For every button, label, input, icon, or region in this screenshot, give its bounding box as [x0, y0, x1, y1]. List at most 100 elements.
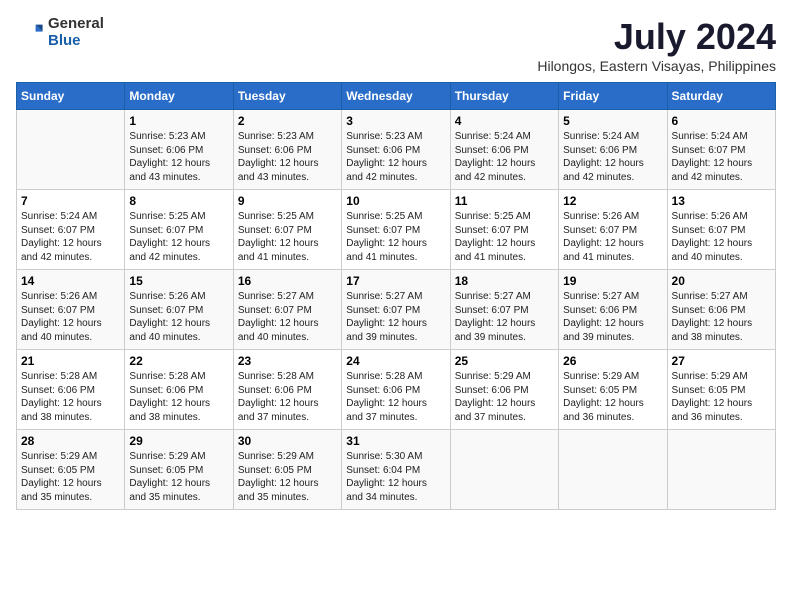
logo-blue-label: Blue	[48, 33, 104, 50]
day-number: 16	[238, 274, 337, 288]
day-info: Sunrise: 5:29 AM Sunset: 6:05 PM Dayligh…	[238, 450, 337, 504]
calendar-table: SundayMondayTuesdayWednesdayThursdayFrid…	[16, 82, 776, 510]
logo: General Blue	[16, 16, 104, 49]
calendar-cell: 31 Sunrise: 5:30 AM Sunset: 6:04 PM Dayli…	[342, 430, 450, 510]
day-number: 18	[455, 274, 554, 288]
calendar-header: SundayMondayTuesdayWednesdayThursdayFrid…	[17, 83, 776, 110]
calendar-cell: 24 Sunrise: 5:28 AM Sunset: 6:06 PM Dayli…	[342, 350, 450, 430]
calendar-cell	[17, 110, 125, 190]
day-info: Sunrise: 5:28 AM Sunset: 6:06 PM Dayligh…	[346, 370, 445, 424]
calendar-cell	[667, 430, 775, 510]
day-number: 22	[129, 354, 228, 368]
calendar-cell: 3Sunrise: 5:23 AM Sunset: 6:06 PM Daylig…	[342, 110, 450, 190]
day-info: Sunrise: 5:28 AM Sunset: 6:06 PM Dayligh…	[129, 370, 228, 424]
day-number: 29	[129, 434, 228, 448]
day-number: 10	[346, 194, 445, 208]
day-number: 17	[346, 274, 445, 288]
calendar-cell: 17 Sunrise: 5:27 AM Sunset: 6:07 PM Dayli…	[342, 270, 450, 350]
day-info: Sunrise: 5:23 AM Sunset: 6:06 PM Dayligh…	[238, 130, 337, 184]
calendar-cell: 29 Sunrise: 5:29 AM Sunset: 6:05 PM Dayli…	[125, 430, 233, 510]
page-header: General Blue July 2024 Hilongos, Eastern…	[16, 16, 776, 74]
day-info: Sunrise: 5:25 AM Sunset: 6:07 PM Dayligh…	[346, 210, 445, 264]
header-day: Saturday	[667, 83, 775, 110]
logo-icon	[16, 19, 44, 47]
day-info: Sunrise: 5:29 AM Sunset: 6:05 PM Dayligh…	[563, 370, 662, 424]
calendar-cell: 4Sunrise: 5:24 AM Sunset: 6:06 PM Daylig…	[450, 110, 558, 190]
calendar-cell	[450, 430, 558, 510]
calendar-cell: 8Sunrise: 5:25 AM Sunset: 6:07 PM Daylig…	[125, 190, 233, 270]
header-day: Monday	[125, 83, 233, 110]
header-day: Tuesday	[233, 83, 341, 110]
calendar-cell: 20 Sunrise: 5:27 AM Sunset: 6:06 PM Dayli…	[667, 270, 775, 350]
calendar-cell: 13Sunrise: 5:26 AM Sunset: 6:07 PM Dayli…	[667, 190, 775, 270]
day-info: Sunrise: 5:29 AM Sunset: 6:05 PM Dayligh…	[21, 450, 120, 504]
calendar-cell: 19Sunrise: 5:27 AM Sunset: 6:06 PM Dayli…	[559, 270, 667, 350]
header-day: Friday	[559, 83, 667, 110]
calendar-cell: 5 Sunrise: 5:24 AM Sunset: 6:06 PM Daylig…	[559, 110, 667, 190]
day-number: 30	[238, 434, 337, 448]
day-number: 15	[129, 274, 228, 288]
calendar-cell: 22 Sunrise: 5:28 AM Sunset: 6:06 PM Dayli…	[125, 350, 233, 430]
day-info: Sunrise: 5:24 AM Sunset: 6:07 PM Dayligh…	[21, 210, 120, 264]
calendar-week-row: 7 Sunrise: 5:24 AM Sunset: 6:07 PM Daylig…	[17, 190, 776, 270]
subtitle: Hilongos, Eastern Visayas, Philippines	[537, 58, 776, 74]
day-info: Sunrise: 5:28 AM Sunset: 6:06 PM Dayligh…	[238, 370, 337, 424]
calendar-week-row: 14 Sunrise: 5:26 AM Sunset: 6:07 PM Dayli…	[17, 270, 776, 350]
header-day: Thursday	[450, 83, 558, 110]
day-number: 7	[21, 194, 120, 208]
calendar-cell: 10 Sunrise: 5:25 AM Sunset: 6:07 PM Dayli…	[342, 190, 450, 270]
day-info: Sunrise: 5:27 AM Sunset: 6:06 PM Dayligh…	[672, 290, 771, 344]
day-number: 25	[455, 354, 554, 368]
header-day: Wednesday	[342, 83, 450, 110]
day-info: Sunrise: 5:27 AM Sunset: 6:07 PM Dayligh…	[455, 290, 554, 344]
day-info: Sunrise: 5:23 AM Sunset: 6:06 PM Dayligh…	[129, 130, 228, 184]
day-info: Sunrise: 5:23 AM Sunset: 6:06 PM Dayligh…	[346, 130, 445, 184]
calendar-cell: 9Sunrise: 5:25 AM Sunset: 6:07 PM Daylig…	[233, 190, 341, 270]
calendar-cell: 26 Sunrise: 5:29 AM Sunset: 6:05 PM Dayli…	[559, 350, 667, 430]
day-number: 8	[129, 194, 228, 208]
logo-text: General Blue	[48, 16, 104, 49]
main-title: July 2024	[537, 16, 776, 58]
day-number: 6	[672, 114, 771, 128]
calendar-week-row: 28 Sunrise: 5:29 AM Sunset: 6:05 PM Dayli…	[17, 430, 776, 510]
calendar-cell: 12 Sunrise: 5:26 AM Sunset: 6:07 PM Dayli…	[559, 190, 667, 270]
day-number: 2	[238, 114, 337, 128]
day-info: Sunrise: 5:27 AM Sunset: 6:07 PM Dayligh…	[238, 290, 337, 344]
day-number: 20	[672, 274, 771, 288]
day-info: Sunrise: 5:29 AM Sunset: 6:05 PM Dayligh…	[129, 450, 228, 504]
day-info: Sunrise: 5:26 AM Sunset: 6:07 PM Dayligh…	[672, 210, 771, 264]
calendar-week-row: 1Sunrise: 5:23 AM Sunset: 6:06 PM Daylig…	[17, 110, 776, 190]
day-number: 26	[563, 354, 662, 368]
calendar-cell: 14 Sunrise: 5:26 AM Sunset: 6:07 PM Dayli…	[17, 270, 125, 350]
day-info: Sunrise: 5:25 AM Sunset: 6:07 PM Dayligh…	[238, 210, 337, 264]
day-number: 23	[238, 354, 337, 368]
calendar-cell: 30 Sunrise: 5:29 AM Sunset: 6:05 PM Dayli…	[233, 430, 341, 510]
day-info: Sunrise: 5:27 AM Sunset: 6:07 PM Dayligh…	[346, 290, 445, 344]
calendar-cell: 1Sunrise: 5:23 AM Sunset: 6:06 PM Daylig…	[125, 110, 233, 190]
day-number: 28	[21, 434, 120, 448]
day-info: Sunrise: 5:26 AM Sunset: 6:07 PM Dayligh…	[129, 290, 228, 344]
calendar-cell: 6 Sunrise: 5:24 AM Sunset: 6:07 PM Daylig…	[667, 110, 775, 190]
day-info: Sunrise: 5:29 AM Sunset: 6:06 PM Dayligh…	[455, 370, 554, 424]
day-number: 24	[346, 354, 445, 368]
day-number: 31	[346, 434, 445, 448]
calendar-week-row: 21 Sunrise: 5:28 AM Sunset: 6:06 PM Dayli…	[17, 350, 776, 430]
day-number: 14	[21, 274, 120, 288]
calendar-cell: 25 Sunrise: 5:29 AM Sunset: 6:06 PM Dayli…	[450, 350, 558, 430]
calendar-body: 1Sunrise: 5:23 AM Sunset: 6:06 PM Daylig…	[17, 110, 776, 510]
day-number: 27	[672, 354, 771, 368]
day-info: Sunrise: 5:26 AM Sunset: 6:07 PM Dayligh…	[563, 210, 662, 264]
day-info: Sunrise: 5:29 AM Sunset: 6:05 PM Dayligh…	[672, 370, 771, 424]
day-info: Sunrise: 5:24 AM Sunset: 6:06 PM Dayligh…	[563, 130, 662, 184]
day-info: Sunrise: 5:30 AM Sunset: 6:04 PM Dayligh…	[346, 450, 445, 504]
day-info: Sunrise: 5:24 AM Sunset: 6:07 PM Dayligh…	[672, 130, 771, 184]
calendar-cell: 16 Sunrise: 5:27 AM Sunset: 6:07 PM Dayli…	[233, 270, 341, 350]
calendar-cell: 18 Sunrise: 5:27 AM Sunset: 6:07 PM Dayli…	[450, 270, 558, 350]
day-info: Sunrise: 5:24 AM Sunset: 6:06 PM Dayligh…	[455, 130, 554, 184]
day-info: Sunrise: 5:26 AM Sunset: 6:07 PM Dayligh…	[21, 290, 120, 344]
day-number: 12	[563, 194, 662, 208]
calendar-cell: 11Sunrise: 5:25 AM Sunset: 6:07 PM Dayli…	[450, 190, 558, 270]
day-number: 21	[21, 354, 120, 368]
day-number: 5	[563, 114, 662, 128]
day-info: Sunrise: 5:25 AM Sunset: 6:07 PM Dayligh…	[455, 210, 554, 264]
